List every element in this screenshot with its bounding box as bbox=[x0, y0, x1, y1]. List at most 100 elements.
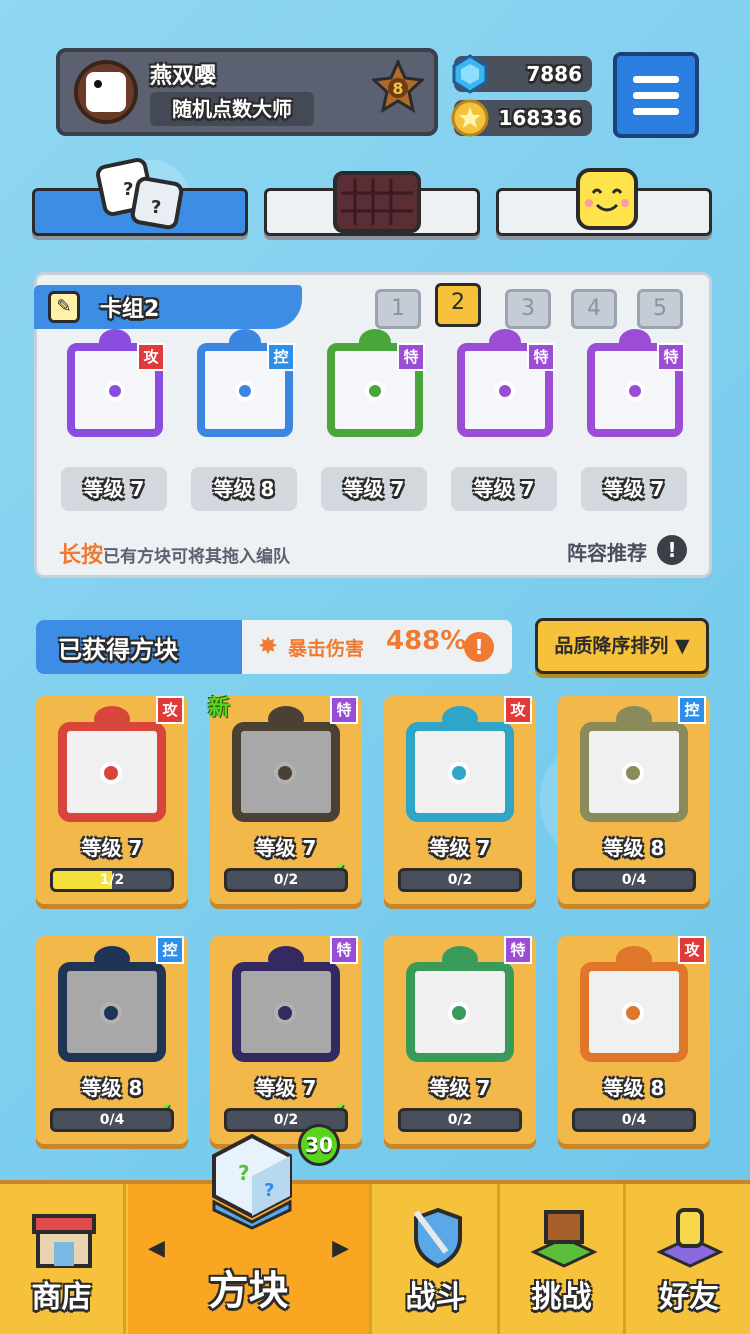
new-label: 新 bbox=[208, 696, 231, 721]
tab-board[interactable] bbox=[264, 171, 480, 236]
deck-card[interactable]: 控 bbox=[191, 329, 299, 437]
crit-info-icon[interactable]: ! bbox=[464, 632, 494, 662]
progress-text: 1/2 bbox=[99, 872, 125, 888]
block-core-icon bbox=[448, 762, 470, 784]
deck-card[interactable]: 特 bbox=[321, 329, 429, 437]
block-level: 等级 7 bbox=[429, 836, 491, 860]
block-card[interactable]: 特✔新等级 70/2 bbox=[208, 696, 362, 904]
block-card[interactable]: 控等级 8 0/4 bbox=[558, 696, 710, 904]
avatar[interactable] bbox=[74, 60, 138, 124]
deck-title: 卡组2 bbox=[100, 297, 160, 322]
deck-slot-tab-4[interactable]: 4 bbox=[571, 289, 617, 329]
upgrade-progress-bar: 0/2 bbox=[398, 1108, 522, 1132]
block-core-icon bbox=[448, 1002, 470, 1024]
deck-card[interactable]: 特 bbox=[581, 329, 689, 437]
board-icon bbox=[333, 171, 421, 233]
recommend-info-icon[interactable]: ! bbox=[657, 535, 687, 565]
profile-panel[interactable]: 燕双嘤 随机点数大师 8 bbox=[56, 48, 438, 136]
block-level: 等级 7 bbox=[81, 836, 143, 860]
card-core-icon bbox=[105, 381, 125, 401]
upgrade-progress-bar: 0/4 bbox=[572, 868, 696, 892]
nav-shop-label: 商店 bbox=[31, 1280, 92, 1315]
deck-slot-tab-3[interactable]: 3 bbox=[505, 289, 551, 329]
block-card[interactable]: 特✔等级 70/2 bbox=[210, 936, 362, 1144]
block-level: 等级 8 bbox=[81, 1076, 143, 1100]
progress-text: 0/2 bbox=[273, 872, 299, 888]
mystery-cube-icon: ? ? bbox=[212, 1133, 292, 1230]
crit-label: 暴击伤害 bbox=[288, 638, 365, 660]
deck-slot-tab-2[interactable]: 2 bbox=[435, 283, 481, 327]
upgrade-progress-bar: 0/4 bbox=[572, 1108, 696, 1132]
nav-friends[interactable]: 好友 bbox=[626, 1184, 750, 1334]
progress-text: 0/4 bbox=[621, 872, 647, 888]
burst-icon: ✸ bbox=[258, 632, 279, 660]
nav-blocks-label: 方块 bbox=[208, 1268, 289, 1314]
acquired-header: 已获得方块 ✸ 暴击伤害 488% ! bbox=[36, 620, 512, 674]
drag-hint: 长按已有方块可将其拖入编队 bbox=[59, 537, 290, 569]
block-level: 等级 8 bbox=[603, 836, 665, 860]
block-type-tag: 攻 bbox=[156, 696, 184, 724]
recommend-label[interactable]: 阵容推荐 bbox=[567, 537, 647, 566]
acquired-title: 已获得方块 bbox=[58, 636, 178, 664]
deck-card-level: 等级 7 bbox=[451, 467, 557, 511]
gem-icon bbox=[452, 54, 488, 94]
block-card[interactable]: 攻等级 7 1/2 bbox=[36, 696, 188, 904]
deck-header: ✎ 卡组2 bbox=[34, 285, 302, 329]
deck-card-level: 等级 7 bbox=[61, 467, 167, 511]
nav-shop[interactable]: 商店 bbox=[0, 1184, 126, 1334]
menu-button[interactable] bbox=[613, 52, 699, 138]
upgrade-progress-bar: 0/2 bbox=[398, 868, 522, 892]
block-card[interactable]: 攻等级 8 0/4 bbox=[558, 936, 710, 1144]
deck-card[interactable]: 攻 bbox=[61, 329, 169, 437]
block-card[interactable]: 特等级 7 0/2 bbox=[384, 936, 536, 1144]
nav-battle[interactable]: 战斗 bbox=[374, 1184, 500, 1334]
block-core-icon bbox=[100, 762, 122, 784]
coins-counter[interactable]: 168336 bbox=[451, 99, 592, 137]
progress-text: 0/2 bbox=[447, 872, 473, 888]
sort-dropdown[interactable]: 品质降序排列 ▼ bbox=[535, 618, 709, 674]
dice-icon: ? ? bbox=[96, 158, 184, 230]
block-card[interactable]: 控✔等级 80/4 bbox=[36, 936, 188, 1144]
deck-card[interactable]: 特 bbox=[451, 329, 559, 437]
svg-text:?: ? bbox=[264, 1180, 274, 1201]
block-core-icon bbox=[622, 762, 644, 784]
gems-counter[interactable]: 7886 bbox=[452, 54, 592, 94]
nav-challenge[interactable]: 挑战 bbox=[500, 1184, 626, 1334]
block-card[interactable]: 攻等级 7 0/2 bbox=[384, 696, 536, 904]
card-core-icon bbox=[495, 381, 515, 401]
progress-text: 0/4 bbox=[621, 1112, 647, 1128]
svg-text:?: ? bbox=[238, 1161, 250, 1185]
player-title: 随机点数大师 bbox=[150, 92, 314, 126]
menu-icon bbox=[633, 76, 679, 83]
block-type-tag: 攻 bbox=[678, 936, 706, 964]
progress-text: 0/2 bbox=[447, 1112, 473, 1128]
nav-right-arrow-icon[interactable]: ▶ bbox=[332, 1236, 349, 1261]
tab-dice[interactable]: ? ? bbox=[32, 158, 248, 236]
bottom-nav: 商店 方块 ◀ ▶ 战斗 挑战 好友 bbox=[0, 1180, 750, 1334]
rank-star-icon: 8 bbox=[372, 60, 424, 114]
card-type-tag: 特 bbox=[657, 343, 685, 371]
block-type-tag: 特 bbox=[330, 936, 358, 964]
block-type-tag: 攻 bbox=[504, 696, 532, 724]
gems-value: 7886 bbox=[526, 62, 582, 86]
upgrade-progress-bar: 1/2 bbox=[50, 868, 174, 892]
card-type-tag: 特 bbox=[527, 343, 555, 371]
smile-face-icon bbox=[576, 168, 638, 230]
nav-left-arrow-icon[interactable]: ◀ bbox=[148, 1236, 165, 1261]
block-core-icon bbox=[274, 1002, 296, 1024]
tab-emote[interactable] bbox=[496, 168, 712, 236]
block-level: 等级 7 bbox=[255, 1076, 317, 1100]
upgrade-progress-bar: 0/4 bbox=[50, 1108, 174, 1132]
block-core-icon bbox=[622, 1002, 644, 1024]
deck-slot-tab-5[interactable]: 5 bbox=[637, 289, 683, 329]
block-type-tag: 特 bbox=[330, 696, 358, 724]
block-core-icon bbox=[100, 1002, 122, 1024]
block-level: 等级 7 bbox=[255, 836, 317, 860]
card-type-tag: 特 bbox=[397, 343, 425, 371]
edit-pencil-icon[interactable]: ✎ bbox=[48, 291, 80, 323]
shop-icon bbox=[32, 1214, 96, 1268]
card-type-tag: 控 bbox=[267, 343, 295, 371]
nav-battle-label: 战斗 bbox=[405, 1280, 466, 1315]
block-type-tag: 特 bbox=[504, 936, 532, 964]
deck-slot-tab-1[interactable]: 1 bbox=[375, 289, 421, 329]
